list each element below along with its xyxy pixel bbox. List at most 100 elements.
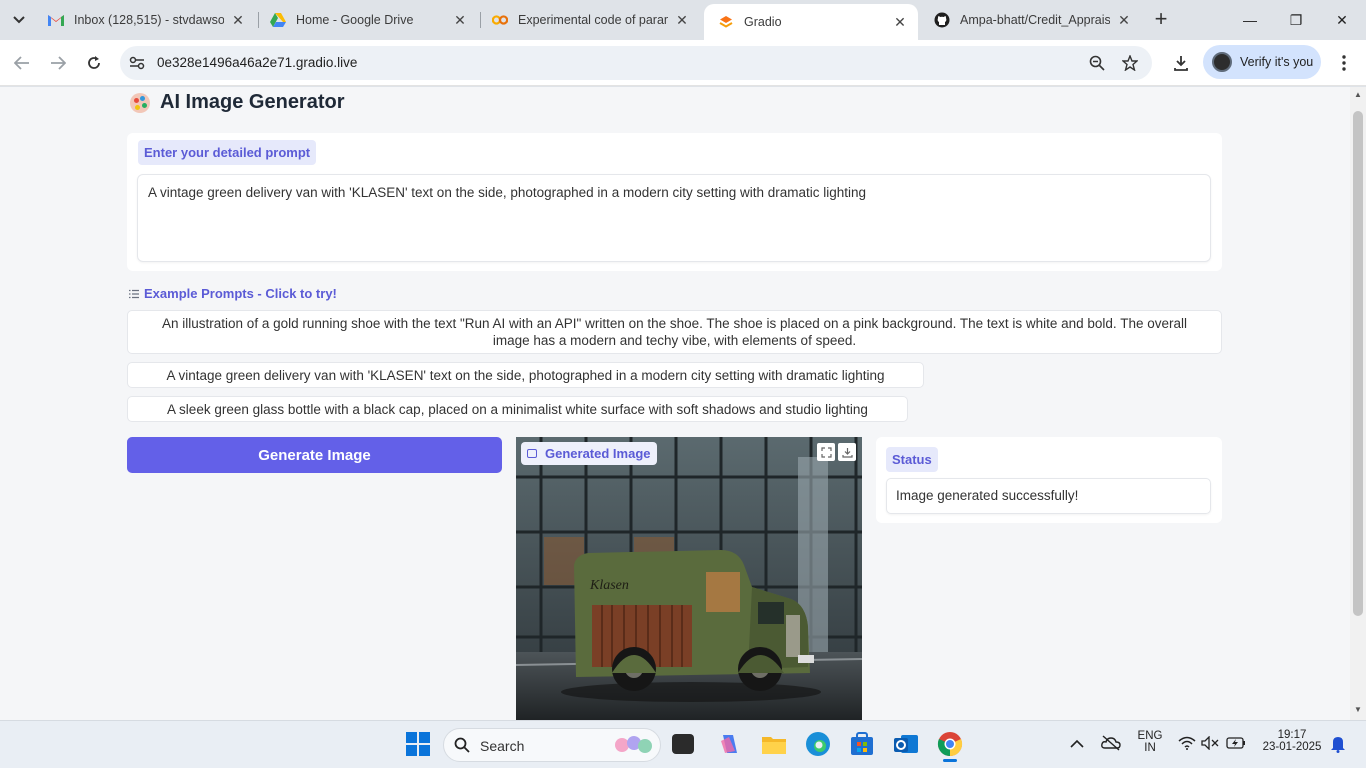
browser-toolbar: 0e328e1496a46a2e71.gradio.live Verify it…	[0, 40, 1366, 86]
examples-label: Example Prompts - Click to try!	[144, 286, 337, 301]
status-output: Image generated successfully!	[886, 478, 1211, 514]
close-tab-icon[interactable]: ✕	[892, 14, 908, 30]
url-text: 0e328e1496a46a2e71.gradio.live	[157, 55, 358, 70]
tab-search-button[interactable]	[6, 8, 32, 32]
verify-label: Verify it's you	[1240, 55, 1314, 69]
generated-image-label-text: Generated Image	[545, 446, 651, 461]
example-prompt[interactable]: A sleek green glass bottle with a black …	[127, 396, 908, 422]
bookmark-star-icon[interactable]	[1121, 54, 1139, 72]
arrow-left-icon	[14, 56, 29, 70]
address-bar[interactable]: 0e328e1496a46a2e71.gradio.live	[120, 46, 1152, 80]
download-image-button[interactable]	[838, 443, 856, 461]
new-tab-button[interactable]: +	[1149, 8, 1173, 32]
volume-muted-icon[interactable]	[1201, 735, 1219, 754]
edge-icon[interactable]	[805, 731, 831, 757]
van-logo-text: Klasen	[589, 578, 629, 593]
tab-title: Inbox (128,515) - stvdawson...	[74, 13, 224, 27]
reload-icon	[88, 56, 100, 69]
reload-button[interactable]	[81, 50, 107, 76]
windows-start-icon[interactable]	[405, 731, 431, 757]
page-title: AI Image Generator	[130, 91, 345, 114]
chevron-up-icon	[1070, 739, 1084, 748]
page-scrollbar[interactable]: ▲ ▼	[1350, 87, 1366, 720]
prompt-input[interactable]: A vintage green delivery van with 'KLASE…	[137, 174, 1211, 262]
download-icon	[1174, 56, 1188, 71]
microsoft-store-icon[interactable]	[849, 731, 875, 757]
prompt-label: Enter your detailed prompt	[138, 140, 317, 165]
tab-title: Experimental code of param...	[518, 13, 668, 27]
back-button[interactable]	[9, 50, 35, 76]
close-window-button[interactable]: ✕	[1327, 8, 1357, 32]
palette-icon	[130, 92, 150, 113]
scroll-thumb[interactable]	[1353, 111, 1363, 616]
tab-colab[interactable]: Experimental code of param... ✕	[478, 0, 700, 40]
search-icon	[454, 737, 470, 753]
chrome-icon[interactable]	[937, 731, 963, 762]
clock[interactable]: 19:17 23-01-2025	[1255, 729, 1329, 753]
avatar	[1212, 52, 1232, 72]
page-viewport: AI Image Generator Enter your detailed p…	[0, 87, 1350, 720]
language-indicator[interactable]: ENG IN	[1135, 730, 1165, 754]
file-explorer-icon[interactable]	[761, 731, 787, 757]
site-info-icon[interactable]	[128, 54, 146, 72]
more-vert-icon	[1342, 55, 1346, 71]
tab-gmail[interactable]: Inbox (128,515) - stvdawson... ✕	[34, 0, 256, 40]
zoom-icon[interactable]	[1088, 54, 1106, 72]
generated-image-label: Generated Image	[521, 442, 657, 465]
fullscreen-button[interactable]	[817, 443, 835, 461]
browser-menu-button[interactable]	[1331, 50, 1357, 76]
generate-image-button[interactable]: Generate Image	[127, 437, 502, 473]
forward-button[interactable]	[45, 50, 71, 76]
generated-image-panel: Generated Image Klasen	[516, 437, 862, 720]
generated-van-image: Klasen	[516, 437, 862, 720]
tab-gradio[interactable]: Gradio ✕	[704, 4, 918, 40]
list-icon	[129, 289, 139, 298]
example-prompt[interactable]: An illustration of a gold running shoe w…	[127, 310, 1222, 354]
minimize-button[interactable]: —	[1235, 8, 1265, 32]
fullscreen-icon	[820, 446, 832, 458]
tab-title: Home - Google Drive	[296, 13, 414, 27]
example-prompt[interactable]: A vintage green delivery van with 'KLASE…	[127, 362, 924, 388]
gmail-icon	[48, 12, 64, 28]
close-tab-icon[interactable]: ✕	[1116, 12, 1132, 28]
download-icon	[841, 447, 853, 458]
outlook-icon[interactable]	[893, 731, 919, 757]
status-card: Status Image generated successfully!	[876, 437, 1222, 523]
notification-bell-icon[interactable]	[1330, 735, 1346, 753]
copilot-icon[interactable]	[717, 731, 743, 757]
search-highlight-icon	[615, 736, 652, 753]
close-tab-icon[interactable]: ✕	[674, 12, 690, 28]
windows-taskbar: Search ENG IN 19:17 23-01-2025	[0, 720, 1366, 768]
app-title-text: AI Image Generator	[160, 91, 345, 113]
image-toolbar	[814, 443, 856, 461]
wifi-icon[interactable]	[1178, 736, 1196, 754]
task-view-icon[interactable]	[672, 734, 694, 754]
tab-strip: Inbox (128,515) - stvdawson... ✕ Home - …	[0, 0, 1366, 40]
close-tab-icon[interactable]: ✕	[230, 12, 246, 28]
taskbar-search[interactable]: Search	[443, 728, 661, 762]
restore-button[interactable]: ❐	[1281, 8, 1311, 32]
drive-icon	[270, 12, 286, 28]
arrow-right-icon	[51, 56, 66, 70]
downloads-button[interactable]	[1168, 50, 1194, 76]
tab-github[interactable]: Ampa-bhatt/Credit_Apprais... ✕	[920, 0, 1142, 40]
tab-title: Gradio	[744, 15, 782, 29]
verify-profile-button[interactable]: Verify it's you	[1203, 45, 1321, 79]
active-app-indicator	[943, 759, 957, 762]
onedrive-offline-icon[interactable]	[1101, 735, 1121, 755]
tab-google-drive[interactable]: Home - Google Drive ✕	[256, 0, 478, 40]
show-hidden-icons-button[interactable]	[1070, 736, 1088, 754]
status-label: Status	[886, 447, 938, 472]
tab-title: Ampa-bhatt/Credit_Apprais...	[960, 13, 1110, 27]
battery-charging-icon[interactable]	[1226, 736, 1246, 754]
scroll-up-icon[interactable]: ▲	[1353, 90, 1363, 99]
taskbar-search-label: Search	[480, 738, 525, 754]
close-tab-icon[interactable]: ✕	[452, 12, 468, 28]
github-icon	[934, 12, 950, 28]
gradio-icon	[718, 14, 734, 30]
clock-time: 19:17	[1277, 729, 1307, 741]
language-region: IN	[1144, 742, 1156, 754]
chevron-down-icon	[13, 16, 25, 24]
colab-icon	[492, 12, 508, 28]
scroll-down-icon[interactable]: ▼	[1353, 705, 1363, 714]
